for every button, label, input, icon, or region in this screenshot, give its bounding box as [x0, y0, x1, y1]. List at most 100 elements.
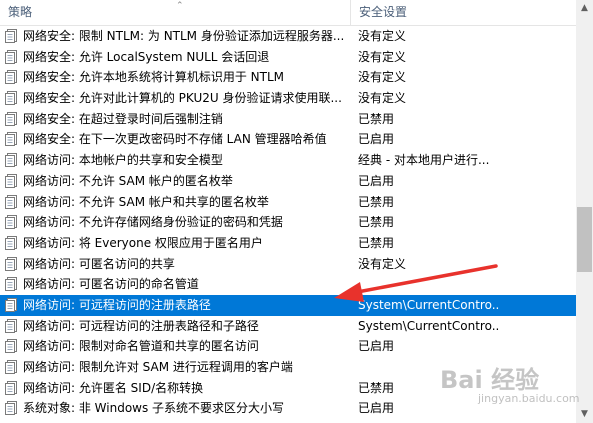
column-header-setting-label: 安全设置	[359, 5, 408, 19]
security-setting-value: 已禁用	[358, 380, 395, 395]
security-setting-value: 没有定义	[358, 29, 407, 43]
table-row[interactable]: 网络安全: 允许本地系统将计算机标识用于 NTLM 没有定义	[0, 67, 576, 88]
scrollbar-thumb[interactable]	[577, 207, 592, 272]
table-row[interactable]: 网络安全: 允许对此计算机的 PKU2U 身份验证请求使用联... 没有定义	[0, 88, 576, 109]
table-row[interactable]: 系统对象: 非 Windows 子系统不要求区分大小写 已启用	[0, 398, 576, 419]
column-header-policy-label: 策略	[8, 5, 33, 19]
policy-name: 网络访问: 限制允许对 SAM 进行远程调用的客户端	[23, 360, 293, 374]
policy-document-icon	[4, 277, 18, 292]
table-row[interactable]: 网络访问: 可匿名访问的共享 没有定义	[0, 254, 576, 275]
policy-document-icon	[4, 339, 18, 354]
policy-name: 网络访问: 可远程访问的注册表路径	[23, 297, 211, 312]
table-row[interactable]: 网络访问: 不允许 SAM 帐户的匿名枚举 已启用	[0, 171, 576, 192]
policy-document-icon	[4, 111, 18, 126]
policy-name: 网络访问: 可匿名访问的共享	[23, 256, 175, 271]
policy-document-icon	[4, 91, 18, 106]
policy-name: 系统对象: 非 Windows 子系统不要求区分大小写	[23, 401, 285, 416]
policy-cell: 网络访问: 不允许 SAM 帐户和共享的匿名枚举	[4, 192, 350, 213]
policy-document-icon	[4, 401, 18, 416]
policy-document-icon	[4, 70, 18, 85]
table-row[interactable]: 网络访问: 可远程访问的注册表路径和子路径 System\CurrentContr…	[0, 316, 576, 337]
security-setting-value: 已启用	[358, 339, 395, 354]
policy-cell: 网络访问: 可匿名访问的命名管道	[4, 274, 350, 295]
policy-name: 网络访问: 不允许 SAM 帐户和共享的匿名枚举	[23, 194, 269, 209]
table-row-selected[interactable]: 网络访问: 可远程访问的注册表路径 System\CurrentContro...	[0, 294, 576, 316]
policy-name: 网络安全: 在超过登录时间后强制注销	[23, 111, 223, 126]
policy-cell: 网络访问: 将 Everyone 权限应用于匿名用户	[4, 233, 350, 254]
policy-document-icon	[4, 380, 18, 395]
table-row[interactable]: 网络访问: 限制对命名管道和共享的匿名访问 已启用	[0, 336, 576, 357]
table-row[interactable]: 网络安全: 在下一次更改密码时不存储 LAN 管理器哈希值 已启用	[0, 129, 576, 150]
policy-cell: 网络安全: 允许 LocalSystem NULL 会话回退	[4, 47, 350, 68]
table-row[interactable]: 网络访问: 不允许 SAM 帐户和共享的匿名枚举 已禁用	[0, 192, 576, 213]
policy-cell: 网络访问: 本地帐户的共享和安全模型	[4, 150, 350, 171]
policy-name: 网络安全: 允许 LocalSystem NULL 会话回退	[23, 49, 270, 64]
security-setting-value: 已禁用	[358, 235, 395, 250]
policy-document-icon	[4, 318, 18, 333]
policy-cell: 网络访问: 可匿名访问的共享	[4, 254, 350, 275]
policy-name: 网络访问: 不允许 SAM 帐户的匿名枚举	[23, 173, 233, 188]
table-row[interactable]: 网络安全: 允许 LocalSystem NULL 会话回退 没有定义	[0, 47, 576, 68]
sort-ascending-icon: ⌃	[176, 1, 184, 11]
policy-cell: 网络访问: 不允许存储网络身份验证的密码和凭据	[4, 212, 350, 233]
policy-name: 网络安全: 限制 NTLM: 为 NTLM 身份验证添加远程服务器...	[23, 29, 345, 43]
table-row[interactable]: 网络访问: 将 Everyone 权限应用于匿名用户 已禁用	[0, 233, 576, 254]
column-header-setting[interactable]: 安全设置	[350, 0, 576, 25]
policy-document-icon	[4, 235, 18, 250]
policy-cell: 网络访问: 可远程访问的注册表路径	[4, 295, 350, 316]
table-row[interactable]: 网络访问: 限制允许对 SAM 进行远程调用的客户端	[0, 357, 576, 378]
policy-list[interactable]: 策略 ⌃ 安全设置 网络安全: 限制 NTLM: 为 NTLM 身份验证添加远程…	[0, 0, 576, 423]
security-setting-value: 已启用	[358, 132, 395, 147]
security-setting-value: 已启用	[358, 401, 395, 416]
table-row[interactable]: 网络访问: 可匿名访问的命名管道	[0, 274, 576, 295]
policy-cell: 网络安全: 限制 NTLM: 为 NTLM 身份验证添加远程服务器...	[4, 26, 350, 47]
security-setting-value: 没有定义	[358, 91, 407, 106]
policy-document-icon	[4, 256, 18, 271]
security-setting-value: 没有定义	[358, 256, 407, 271]
list-header: 策略 ⌃ 安全设置	[0, 0, 576, 26]
policy-document-icon	[4, 360, 18, 374]
table-row[interactable]: 网络安全: 在超过登录时间后强制注销 已禁用	[0, 109, 576, 130]
policy-cell: 网络安全: 允许对此计算机的 PKU2U 身份验证请求使用联...	[4, 88, 350, 109]
policy-cell: 网络访问: 可远程访问的注册表路径和子路径	[4, 316, 350, 337]
policy-name: 网络访问: 将 Everyone 权限应用于匿名用户	[23, 235, 263, 250]
security-setting-value: 经典 - 对本地用户进行...	[358, 153, 490, 168]
scroll-up-icon[interactable]: ▲	[576, 0, 593, 17]
table-row[interactable]: 网络安全: 限制 NTLM: 为 NTLM 身份验证添加远程服务器... 没有定义	[0, 26, 576, 47]
policy-document-icon	[4, 29, 18, 43]
policy-name: 网络访问: 可匿名访问的命名管道	[23, 277, 199, 292]
security-setting-value: 已启用	[358, 173, 395, 188]
policy-cell: 系统对象: 非 Windows 子系统不要求区分大小写	[4, 398, 350, 419]
policy-name: 网络访问: 本地帐户的共享和安全模型	[23, 153, 223, 168]
policy-document-icon	[4, 49, 18, 64]
security-setting-value: 已禁用	[358, 111, 395, 126]
table-row[interactable]: 网络访问: 允许匿名 SID/名称转换 已禁用	[0, 378, 576, 399]
policy-cell: 网络访问: 限制对命名管道和共享的匿名访问	[4, 336, 350, 357]
security-setting-value: System\CurrentContro...	[358, 297, 500, 312]
policy-document-icon	[4, 194, 18, 209]
security-setting-value: System\CurrentContro...	[358, 318, 500, 333]
vertical-scrollbar[interactable]: ▲ ▼	[576, 0, 593, 423]
security-setting-value: 没有定义	[358, 70, 407, 85]
policy-cell: 网络访问: 允许匿名 SID/名称转换	[4, 378, 350, 399]
policy-name: 网络安全: 允许本地系统将计算机标识用于 NTLM	[23, 70, 285, 85]
policy-cell: 网络访问: 限制允许对 SAM 进行远程调用的客户端	[4, 357, 350, 378]
scroll-down-icon[interactable]: ▼	[576, 406, 593, 423]
policy-rows: 网络安全: 限制 NTLM: 为 NTLM 身份验证添加远程服务器... 没有定义…	[0, 26, 576, 419]
policy-document-icon	[4, 153, 18, 168]
policy-name: 网络访问: 允许匿名 SID/名称转换	[23, 380, 204, 395]
policy-document-icon	[4, 297, 18, 312]
table-row[interactable]: 网络访问: 本地帐户的共享和安全模型 经典 - 对本地用户进行...	[0, 150, 576, 171]
policy-name: 网络安全: 在下一次更改密码时不存储 LAN 管理器哈希值	[23, 132, 327, 147]
column-header-policy[interactable]: 策略	[0, 0, 349, 25]
policy-name: 网络安全: 允许对此计算机的 PKU2U 身份验证请求使用联...	[23, 91, 342, 106]
table-row[interactable]: 网络访问: 不允许存储网络身份验证的密码和凭据 已禁用	[0, 212, 576, 233]
policy-name: 网络访问: 不允许存储网络身份验证的密码和凭据	[23, 215, 283, 230]
policy-name: 网络访问: 限制对命名管道和共享的匿名访问	[23, 339, 259, 354]
policy-cell: 网络安全: 允许本地系统将计算机标识用于 NTLM	[4, 67, 350, 88]
policy-cell: 网络访问: 不允许 SAM 帐户的匿名枚举	[4, 171, 350, 192]
policy-document-icon	[4, 132, 18, 147]
security-setting-value: 已禁用	[358, 194, 395, 209]
policy-cell: 网络安全: 在下一次更改密码时不存储 LAN 管理器哈希值	[4, 129, 350, 150]
policy-cell: 网络安全: 在超过登录时间后强制注销	[4, 109, 350, 130]
